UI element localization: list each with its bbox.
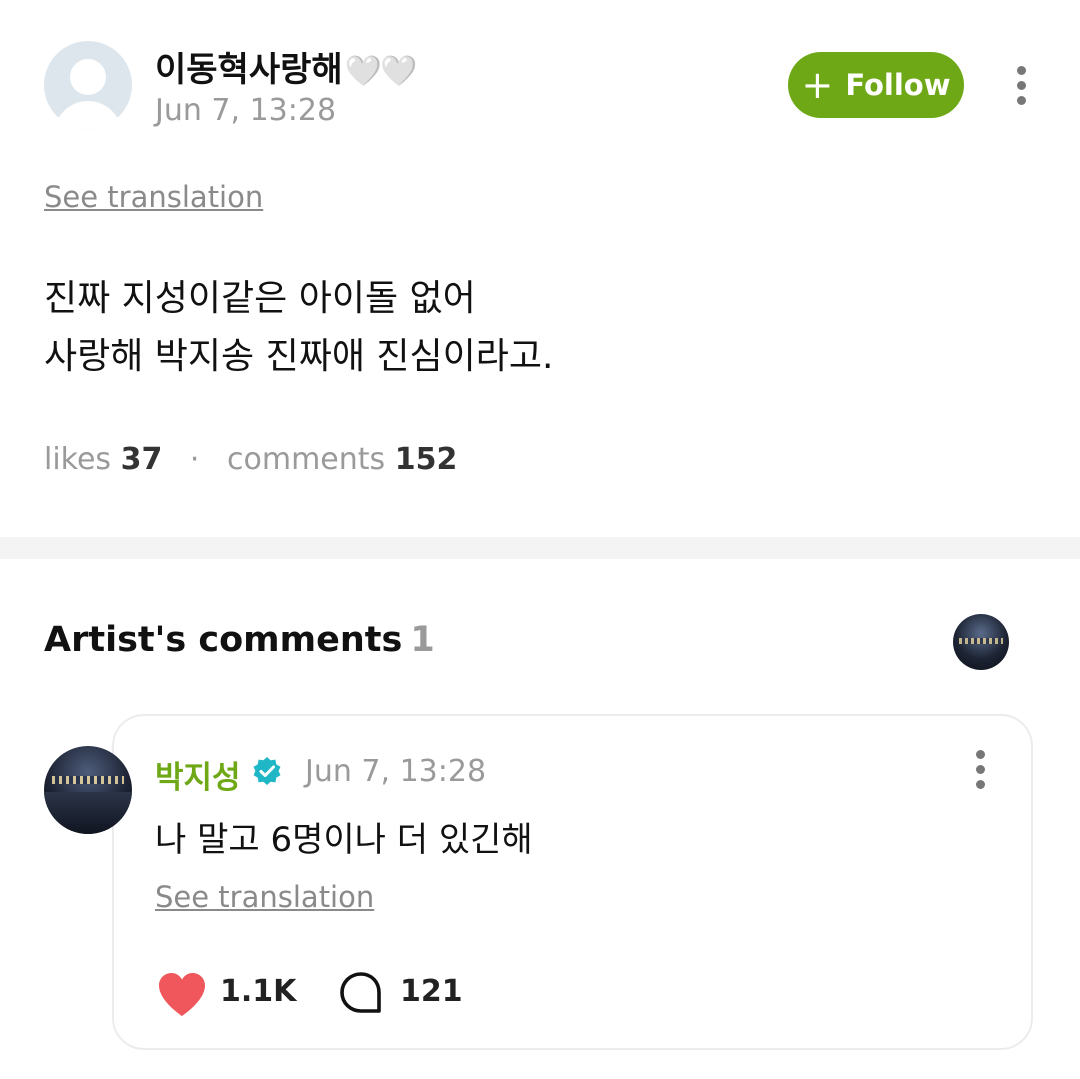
post-more-icon[interactable] <box>1006 64 1036 108</box>
section-divider <box>0 537 1080 559</box>
author-name: 이동혁사랑해 <box>155 50 343 90</box>
post-timestamp: Jun 7, 13:28 <box>155 93 337 128</box>
post-stats: likes 37 · comments 152 <box>44 442 457 477</box>
artist-comments-count: 1 <box>410 620 435 660</box>
post-body-line: 사랑해 박지송 진짜애 진심이라고. <box>44 336 554 377</box>
comment-text: 나 말고 6명이나 더 있긴해 <box>155 820 533 860</box>
stats-separator: · <box>189 442 200 477</box>
artist-thumbnail[interactable] <box>953 614 1009 670</box>
artist-comments-label: Artist's comments <box>44 620 403 660</box>
comments-count[interactable]: 152 <box>395 442 458 477</box>
user-avatar[interactable] <box>44 41 132 129</box>
post-author[interactable]: 이동혁사랑해🤍🤍 <box>155 42 418 91</box>
verified-badge-icon <box>253 757 281 785</box>
avatar-placeholder-head <box>70 59 106 95</box>
post-body: 진짜 지성이같은 아이돌 없어 사랑해 박지송 진짜애 진심이라고. <box>44 270 553 386</box>
comment-see-translation-link[interactable]: See translation <box>155 880 374 914</box>
artist-avatar[interactable] <box>44 746 132 834</box>
see-translation-link[interactable]: See translation <box>44 180 263 214</box>
avatar-placeholder-body <box>54 101 122 129</box>
comment-like-count: 1.1K <box>220 974 297 1009</box>
artist-comments-title: Artist's comments 1 <box>44 620 435 660</box>
follow-button[interactable]: + Follow <box>788 52 964 118</box>
comment-timestamp: Jun 7, 13:28 <box>305 754 487 789</box>
likes-label: likes <box>44 442 112 477</box>
likes-count: 37 <box>120 442 163 477</box>
comment-more-icon[interactable] <box>965 748 995 792</box>
author-hearts: 🤍🤍 <box>344 54 418 89</box>
comment-bubble-icon[interactable] <box>338 970 384 1016</box>
artist-name[interactable]: 박지성 <box>155 752 241 797</box>
plus-icon: + <box>801 63 834 107</box>
comment-reply-count: 121 <box>400 974 463 1009</box>
heart-icon[interactable] <box>156 970 208 1018</box>
follow-label: Follow <box>845 68 951 102</box>
comments-label[interactable]: comments <box>227 442 385 477</box>
post-body-line: 진짜 지성이같은 아이돌 없어 <box>44 278 476 319</box>
